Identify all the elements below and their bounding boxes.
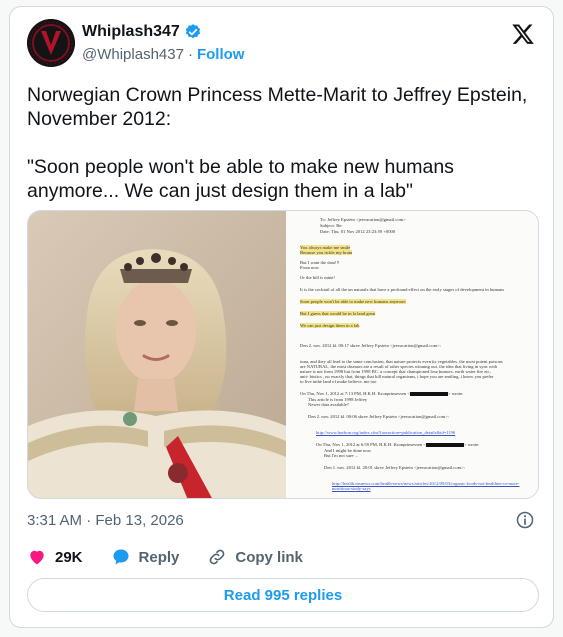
doc-line: We can just design them in a lab <box>300 323 360 328</box>
tweet-text: Norwegian Crown Princess Mette-Marit to … <box>27 84 528 202</box>
doc-quote-header: On Thu, Nov 1, 2012 at 6:59 PM, H.K.H. K… <box>316 442 480 447</box>
doc-line: Den 2. nov. 2012 kl. 00:06 skrev Jeffrey… <box>308 414 450 419</box>
doc-line: to live inthe land of make believe, me t… <box>300 379 377 384</box>
photo-image <box>28 211 286 498</box>
avatar-emblem-icon <box>27 19 75 67</box>
doc-line: From now <box>300 265 320 270</box>
doc-line: Newer data available? <box>308 402 349 407</box>
author-handle[interactable]: @Whiplash437 <box>82 46 184 63</box>
doc-line: Soon people won't be able to make new hu… <box>300 299 406 304</box>
doc-link[interactable]: nutritious-study-says <box>332 486 371 491</box>
follow-button[interactable]: Follow <box>197 46 245 63</box>
heart-icon <box>30 550 44 565</box>
read-replies-label: Read 995 replies <box>223 586 343 604</box>
display-name[interactable]: Whiplash347 <box>82 23 180 41</box>
avatar[interactable] <box>27 19 75 67</box>
verified-badge-icon <box>185 24 200 39</box>
separator-dot: · <box>187 46 193 63</box>
redaction-bar <box>425 442 464 447</box>
tweet-media[interactable]: To: Jeffrey Epstein <jeevacation@gmail.c… <box>27 210 539 499</box>
like-button[interactable]: 29K <box>27 547 83 567</box>
doc-line: It is the cocktail of all the un natural… <box>300 287 505 292</box>
doc-link[interactable]: http://www.hudson.org/index.cfm?fuseacti… <box>316 430 455 435</box>
info-icon[interactable] <box>515 510 535 530</box>
reply-label: Reply <box>138 548 180 566</box>
doc-line: Or the bill is mine! <box>300 275 335 280</box>
tweet-card: Whiplash347 @Whiplash437 · Follow Norwegia… <box>9 6 554 628</box>
doc-line: Den 2. nov. 2012 kl. 00:17 skrev Jeffrey… <box>300 343 442 348</box>
email-document: To: Jeffrey Epstein <jeevacation@gmail.c… <box>286 211 538 498</box>
read-replies-button[interactable]: Read 995 replies <box>27 578 539 612</box>
doc-line: Den 1. nov. 2012 kl. 20:01 skrev Jeffrey… <box>324 465 466 470</box>
doc-line: But I'm not sure ... <box>324 453 359 458</box>
doc-to: To: Jeffrey Epstein <jeevacation@gmail.c… <box>320 217 406 222</box>
tweet-timestamp[interactable]: 3:31 AM · Feb 13, 2026 <box>27 512 184 529</box>
action-bar: 29K Reply Copy link <box>27 547 331 567</box>
doc-quote-header: On Thu, Nov 1, 2012 at 7:13 PM, H.K.H. K… <box>300 391 464 396</box>
x-logo-icon[interactable] <box>511 22 535 46</box>
link-icon <box>210 549 225 565</box>
doc-line: But I guess that would be in la land gre… <box>300 311 376 316</box>
doc-subject: Subject: Re: <box>320 223 343 228</box>
doc-line: Because you tickle my brain <box>300 250 353 255</box>
copy-link-button[interactable]: Copy link <box>207 547 303 567</box>
reply-button[interactable]: Reply <box>111 547 180 567</box>
doc-date: Date: Thu, 01 Nov 2012 23:23:59 +0000 <box>320 229 396 234</box>
speech-bubble-icon <box>113 549 129 565</box>
author-name-row: Whiplash347 <box>82 23 202 41</box>
like-count: 29K <box>55 548 83 566</box>
redaction-bar <box>409 391 448 396</box>
copy-link-label: Copy link <box>235 548 303 566</box>
handle-row: @Whiplash437 · Follow <box>82 46 244 63</box>
